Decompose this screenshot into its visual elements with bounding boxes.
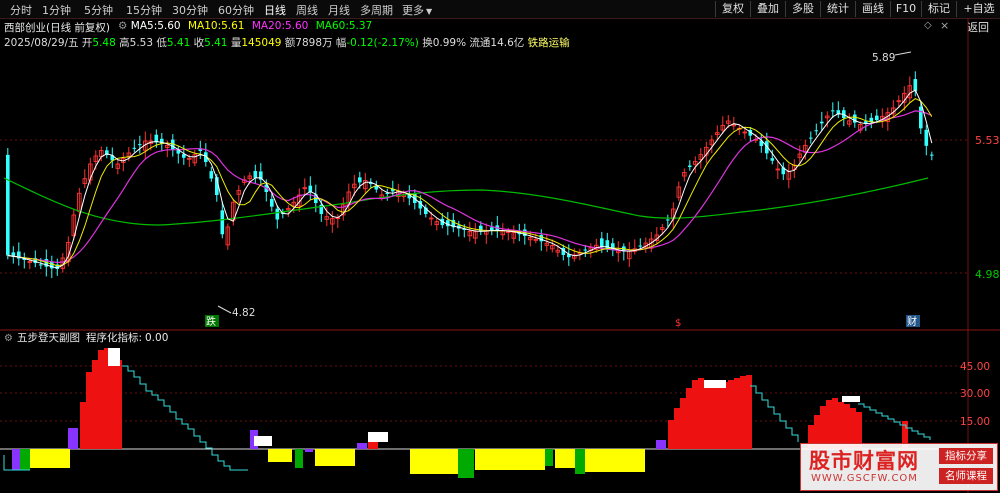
sub-axis-45: 45.00 <box>960 361 990 373</box>
sub-bar-red <box>668 420 674 449</box>
sub-bar-red <box>838 402 844 449</box>
candle-body <box>913 79 918 92</box>
sub-gear-icon[interactable]: ⚙ <box>4 333 13 344</box>
sub-panel-title: 五步登天副图 <box>17 331 80 344</box>
sub-indicator-value: 0.00 <box>145 332 168 344</box>
sub-bar-purple <box>305 449 313 452</box>
sub-bar-green <box>20 449 30 470</box>
watermark-tag-2: 名师课程 <box>939 468 993 484</box>
sub-bar-red <box>680 398 686 449</box>
sub-bar-red <box>674 408 680 449</box>
sub-bar-yellow <box>30 449 70 468</box>
sub-indicator-bars <box>3 348 931 478</box>
candle-body <box>490 227 494 230</box>
candle-body <box>770 158 775 161</box>
tag-die[interactable]: 跌 <box>206 315 216 328</box>
sub-bar-yellow <box>410 449 458 474</box>
sub-axis-30: 30.00 <box>960 388 990 400</box>
price-label-high: 5.53 <box>975 134 1000 147</box>
sub-bar-red <box>740 376 746 449</box>
watermark: 股市财富网 WWW.GSCFW.COM 指标分享 名师课程 <box>800 443 998 491</box>
sub-bar-white <box>368 432 388 442</box>
sub-bar-red <box>98 350 104 449</box>
sub-bar-green <box>458 449 474 478</box>
sub-bar-purple <box>656 440 666 449</box>
sub-bar-purple <box>68 428 78 449</box>
candle-body <box>930 154 934 156</box>
sub-bar-red <box>710 386 716 449</box>
candle-body <box>809 137 813 139</box>
high-marker-label: 5.89 <box>872 52 895 64</box>
candle-body <box>583 249 588 251</box>
candle-body <box>220 210 225 235</box>
tag-dollar[interactable]: $ <box>675 318 681 329</box>
sub-bar-red <box>80 402 86 449</box>
sub-bar-white <box>108 348 120 366</box>
sub-axis-15: 15.00 <box>960 416 990 428</box>
sub-bar-red <box>832 398 838 449</box>
tag-cai[interactable]: 财 <box>907 315 917 328</box>
sub-bar-red <box>92 360 98 449</box>
sub-bar-red <box>826 400 832 449</box>
sub-bar-red <box>734 378 740 449</box>
sub-bar-yellow <box>268 449 292 462</box>
sub-bar-white <box>704 380 726 388</box>
candle-body <box>209 171 214 179</box>
sub-bar-red <box>728 380 734 449</box>
sub-bar-purple <box>357 443 367 449</box>
sub-bar-yellow <box>555 449 575 468</box>
candle-body <box>820 121 824 124</box>
candle-body <box>875 115 879 120</box>
sub-bar-white <box>842 396 860 402</box>
price-label-low: 4.98 <box>975 268 1000 281</box>
candle-body <box>358 177 362 183</box>
sub-bar-yellow <box>585 449 645 472</box>
sub-bar-green <box>295 449 303 468</box>
sub-bar-red <box>716 384 722 449</box>
candle-body <box>270 199 274 207</box>
candle-body <box>600 238 604 247</box>
sub-bar-red <box>704 382 710 449</box>
candle-body <box>253 171 258 178</box>
sub-bar-purple <box>12 449 20 470</box>
sub-bar-green <box>575 449 585 474</box>
ma60-line <box>3 177 929 226</box>
sub-bar-white <box>254 436 272 446</box>
sub-indicator-label: 程序化指标: <box>86 331 142 344</box>
candle-body <box>666 219 670 221</box>
sub-bar-red <box>722 382 728 449</box>
sub-bar-yellow <box>315 449 355 466</box>
candle-body <box>138 144 142 146</box>
candles <box>6 71 934 279</box>
watermark-tag-1: 指标分享 <box>939 448 993 464</box>
candle-body <box>688 165 692 167</box>
candlestick-chart[interactable]: 5.53 4.98 5.89 4.82 跌 $ 财 ⚙ 五步登天副图 程序化指标… <box>0 0 1000 493</box>
sub-bar-red <box>116 360 122 449</box>
sub-bar-yellow <box>475 449 545 470</box>
sub-bar-red <box>686 388 692 449</box>
candle-body <box>6 154 10 256</box>
candle-body <box>919 106 923 129</box>
watermark-url: WWW.GSCFW.COM <box>811 473 918 484</box>
high-marker-arrow <box>894 51 912 56</box>
candle-body <box>924 129 929 146</box>
sub-bar-red <box>110 352 116 449</box>
low-marker-arrow <box>217 305 232 314</box>
candle-body <box>39 264 43 266</box>
candle-body <box>814 130 819 132</box>
sub-bar-green <box>545 449 553 466</box>
low-marker-label: 4.82 <box>232 307 255 319</box>
candle-body <box>132 147 137 149</box>
sub-bar-red <box>86 372 92 449</box>
candle-body <box>831 110 835 112</box>
watermark-title: 股市财富网 <box>809 448 919 473</box>
candle-body <box>275 208 280 220</box>
candle-body <box>638 245 643 247</box>
sub-bar-red <box>698 378 704 449</box>
sub-bar-red <box>692 380 698 449</box>
